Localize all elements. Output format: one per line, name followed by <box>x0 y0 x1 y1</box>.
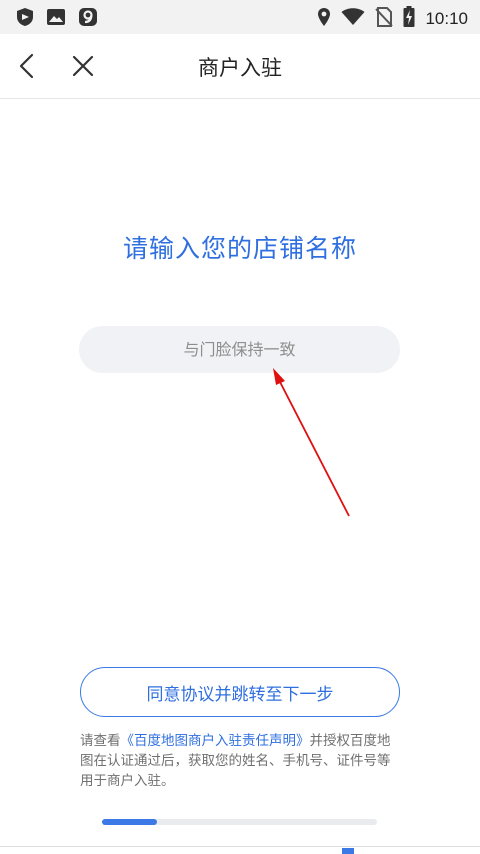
app-9-icon <box>78 7 98 31</box>
battery-charging-icon <box>403 6 415 32</box>
agreement-prefix: 请查看 <box>80 733 121 749</box>
agreement-link[interactable]: 《百度地图商户入驻责任声明》 <box>121 733 310 749</box>
status-bar-right: 10:10 <box>317 6 468 32</box>
header-bar: 商户入驻 <box>0 34 480 99</box>
page-title: 商户入驻 <box>198 56 282 80</box>
location-icon <box>317 7 331 31</box>
image-icon <box>46 8 66 30</box>
agree-and-next-button[interactable]: 同意协议并跳转至下一步 <box>80 667 400 717</box>
wifi-icon <box>341 8 365 30</box>
status-bar-left <box>16 7 98 31</box>
agreement-text: 请查看《百度地图商户入驻责任声明》并授权百度地图在认证通过后，获取您的姓名、手机… <box>80 731 400 791</box>
status-bar: 10:10 <box>0 0 480 34</box>
store-name-input[interactable]: 与门脸保持一致 <box>79 326 400 373</box>
annotation-arrow <box>273 368 350 517</box>
status-time: 10:10 <box>425 9 468 28</box>
no-sim-icon <box>375 7 394 31</box>
shield-app-icon <box>16 7 34 31</box>
store-name-prompt: 请输入您的店铺名称 <box>122 234 357 263</box>
bottom-indicator <box>342 848 354 854</box>
bottom-divider <box>0 846 480 847</box>
store-name-placeholder: 与门脸保持一致 <box>183 340 296 359</box>
progress-bar <box>102 819 377 825</box>
progress-fill <box>102 819 157 825</box>
